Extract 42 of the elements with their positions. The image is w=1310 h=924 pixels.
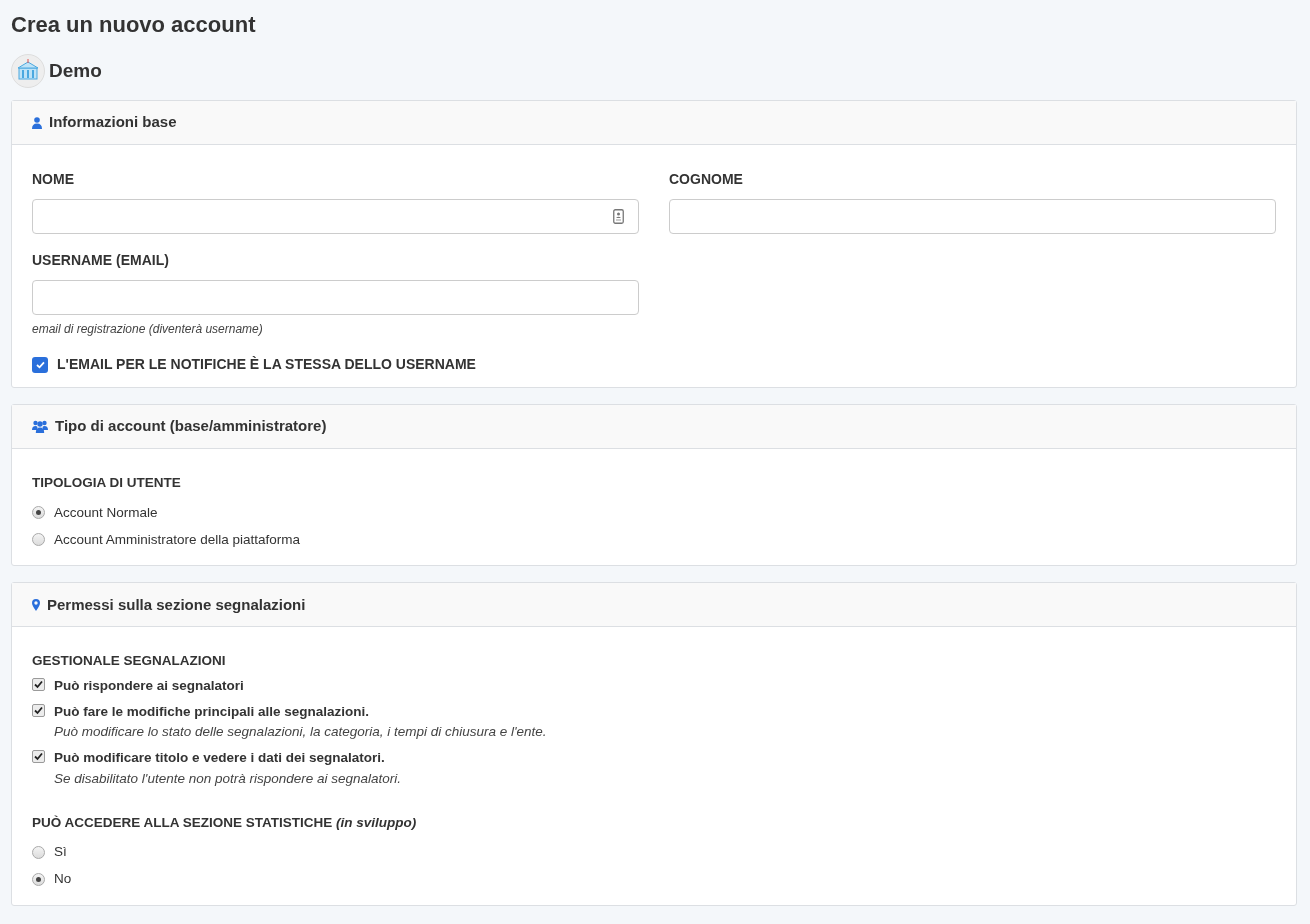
- card-title: Tipo di account (base/amministratore): [55, 416, 327, 437]
- permission-description: Può modificare lo stato delle segnalazioni, la categoria, i tempi di chiusura e l'ente.: [54, 723, 547, 741]
- radio-button[interactable]: [32, 873, 45, 886]
- radio-label: Account Normale: [54, 503, 158, 522]
- group-label: PUÒ ACCEDERE ALLA SEZIONE STATISTICHE (in sviluppo): [32, 813, 418, 832]
- text-field[interactable]: [669, 199, 1276, 234]
- checkmark-icon: [34, 679, 43, 689]
- text-field[interactable]: [32, 199, 639, 234]
- user-icon: [32, 116, 42, 129]
- checkbox[interactable]: [32, 677, 45, 691]
- radio-button[interactable]: [32, 506, 45, 520]
- card-title: Permessi sulla sezione segnalazioni: [47, 594, 306, 615]
- checkbox[interactable]: [32, 750, 45, 764]
- group-label: GESTIONALE SEGNALAZIONI: [32, 652, 227, 671]
- permission-label: Può fare le modifiche principali alle segnalazioni.: [54, 702, 371, 721]
- permission-label: Può rispondere ai segnalatori: [54, 676, 244, 695]
- building-logo-icon: [11, 54, 45, 88]
- field-label: USERNAME (EMAIL): [32, 251, 170, 270]
- radio-label: Account Amministratore della piattaforma: [54, 530, 301, 549]
- users-icon: [32, 420, 48, 433]
- checkbox[interactable]: [32, 356, 48, 373]
- map-pin-icon: [32, 598, 40, 611]
- radio-button[interactable]: [32, 846, 45, 859]
- text-field[interactable]: [32, 280, 639, 315]
- checkbox[interactable]: [32, 703, 45, 717]
- card-title: Informazioni base: [49, 112, 177, 133]
- permission-description: Se disabilitato l'utente non potrà rispondere ai segnalatori.: [54, 769, 402, 788]
- page-title: Crea un nuovo account: [11, 11, 257, 39]
- permission-label: Può modificare titolo e vedere i dati dei segnalatori.: [54, 749, 386, 768]
- field-label: COGNOME: [669, 170, 744, 189]
- help-text: email di registrazione (diventerà username): [32, 321, 264, 338]
- radio-label: No: [54, 870, 72, 889]
- checkmark-icon: [35, 360, 45, 369]
- field-label: NOME: [32, 170, 75, 189]
- checkmark-icon: [34, 705, 43, 715]
- radio-label: Sì: [54, 843, 67, 862]
- checkmark-icon: [34, 752, 43, 762]
- organization-name: Demo: [49, 58, 102, 83]
- radio-button[interactable]: [32, 533, 45, 547]
- group-label: TIPOLOGIA DI UTENTE: [32, 474, 182, 492]
- contact-card-icon[interactable]: [613, 209, 624, 224]
- checkbox-label: L'EMAIL PER LE NOTIFICHE È LA STESSA DELLO USERNAME: [57, 355, 476, 374]
